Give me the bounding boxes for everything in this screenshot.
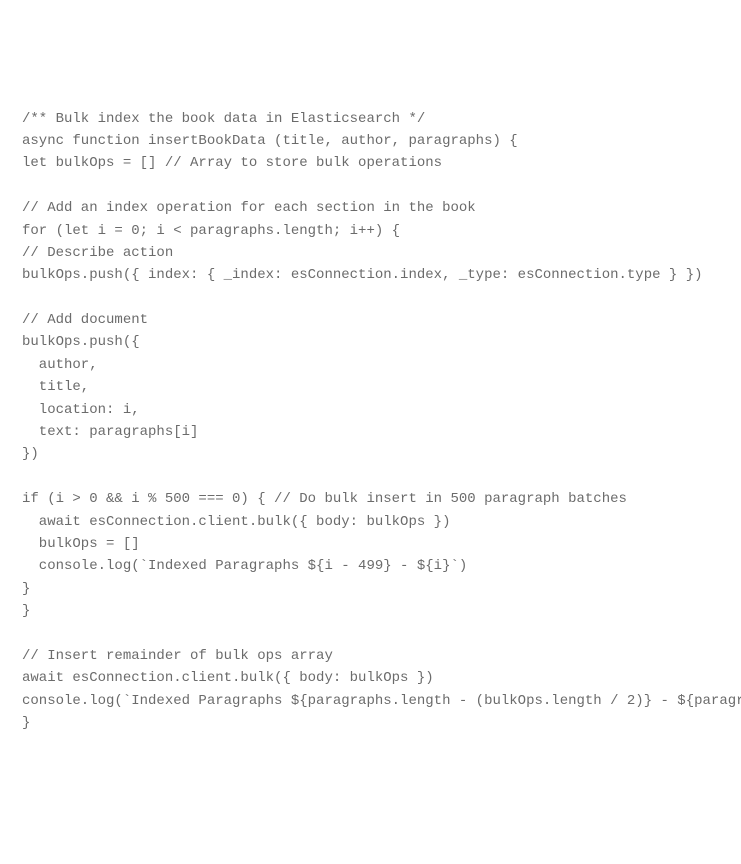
code-line: author,	[22, 357, 98, 373]
code-line: title,	[22, 379, 89, 395]
code-line: location: i,	[22, 402, 140, 418]
code-block: /** Bulk index the book data in Elastics…	[22, 108, 719, 735]
code-line: bulkOps.push({	[22, 334, 140, 350]
code-line: // Describe action	[22, 245, 173, 261]
code-line: })	[22, 446, 39, 462]
code-line: }	[22, 715, 30, 731]
code-line: text: paragraphs[i]	[22, 424, 198, 440]
code-line: let bulkOps = [] // Array to store bulk …	[22, 155, 442, 171]
code-line: // Add document	[22, 312, 148, 328]
code-line: }	[22, 581, 30, 597]
code-line: await esConnection.client.bulk({ body: b…	[22, 670, 434, 686]
code-line: for (let i = 0; i < paragraphs.length; i…	[22, 223, 400, 239]
code-line: if (i > 0 && i % 500 === 0) { // Do bulk…	[22, 491, 627, 507]
code-line: async function insertBookData (title, au…	[22, 133, 518, 149]
code-line: }	[22, 603, 30, 619]
code-line: bulkOps.push({ index: { _index: esConnec…	[22, 267, 703, 283]
code-line: /** Bulk index the book data in Elastics…	[22, 111, 425, 127]
code-line: // Insert remainder of bulk ops array	[22, 648, 333, 664]
code-line: bulkOps = []	[22, 536, 140, 552]
code-line: console.log(`Indexed Paragraphs ${paragr…	[22, 693, 741, 709]
code-line: console.log(`Indexed Paragraphs ${i - 49…	[22, 558, 467, 574]
code-line: await esConnection.client.bulk({ body: b…	[22, 514, 450, 530]
code-line: // Add an index operation for each secti…	[22, 200, 476, 216]
